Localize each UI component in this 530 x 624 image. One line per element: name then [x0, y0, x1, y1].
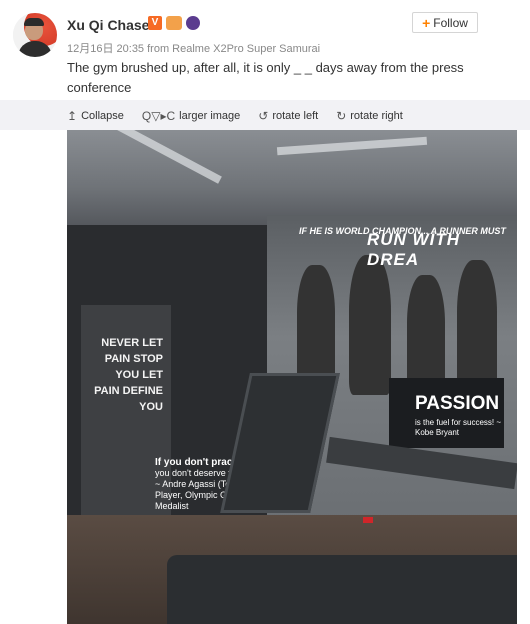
avatar[interactable]	[13, 13, 57, 57]
rotate-left-icon: ↺	[258, 109, 269, 123]
poster-quote: NEVER LET PAIN STOP YOU LET PAIN DEFINE …	[94, 337, 163, 413]
post-text: The gym brushed up, after all, it is onl…	[67, 60, 464, 95]
member-badge-icon[interactable]	[166, 16, 182, 30]
larger-image-label: larger image	[179, 110, 241, 122]
weibo-post: Xu Qi Chase V 12月16日 20:35 from Realme X…	[0, 0, 530, 624]
collapse-label: Collapse	[81, 110, 124, 122]
author-name[interactable]: Xu Qi Chase	[67, 17, 149, 33]
treadmill-base	[167, 555, 517, 624]
level-badge-icon[interactable]	[186, 16, 200, 30]
mural-runner	[297, 265, 335, 385]
mural-caption-large: RUN WITH DREA	[367, 230, 460, 269]
collapse-icon: ↥	[67, 109, 78, 123]
passion-headline: PASSION	[415, 393, 500, 414]
mural-runner	[457, 260, 497, 390]
image-toolbar: ↥ Collapse Q▽▸C larger image ↺ rotate le…	[67, 108, 421, 124]
follow-label: Follow	[433, 15, 468, 30]
verified-badge-icon[interactable]: V	[148, 16, 162, 30]
rotate-right-label: rotate right	[350, 110, 403, 122]
zoom-tools-icon: Q▽▸C	[141, 109, 176, 123]
rotate-right-icon: ↻	[336, 109, 347, 123]
ceiling-beam	[112, 130, 222, 184]
author-badges: V	[148, 16, 200, 30]
rotate-left-label: rotate left	[272, 110, 319, 122]
mural-runner	[407, 275, 445, 395]
follow-button[interactable]: + Follow	[412, 12, 478, 33]
rotate-left-button[interactable]: ↺ rotate left	[258, 110, 318, 122]
mural-runner	[349, 255, 391, 395]
passion-subtitle: is the fuel for success! ~ Kobe Bryant	[415, 418, 502, 437]
ceiling-beam	[276, 136, 428, 156]
post-meta[interactable]: 12月16日 20:35 from Realme X2Pro Super Sam…	[67, 40, 320, 56]
treadmill-stop-button	[363, 517, 373, 523]
avatar-hair	[24, 18, 44, 26]
rotate-right-button[interactable]: ↻ rotate right	[336, 110, 403, 122]
collapse-button[interactable]: ↥ Collapse	[67, 110, 124, 122]
larger-image-button[interactable]: Q▽▸C larger image	[142, 110, 240, 122]
plus-icon: +	[422, 14, 431, 31]
post-photo[interactable]: IF HE IS WORLD CHAMPION... A RUNNER MUST…	[67, 130, 517, 624]
